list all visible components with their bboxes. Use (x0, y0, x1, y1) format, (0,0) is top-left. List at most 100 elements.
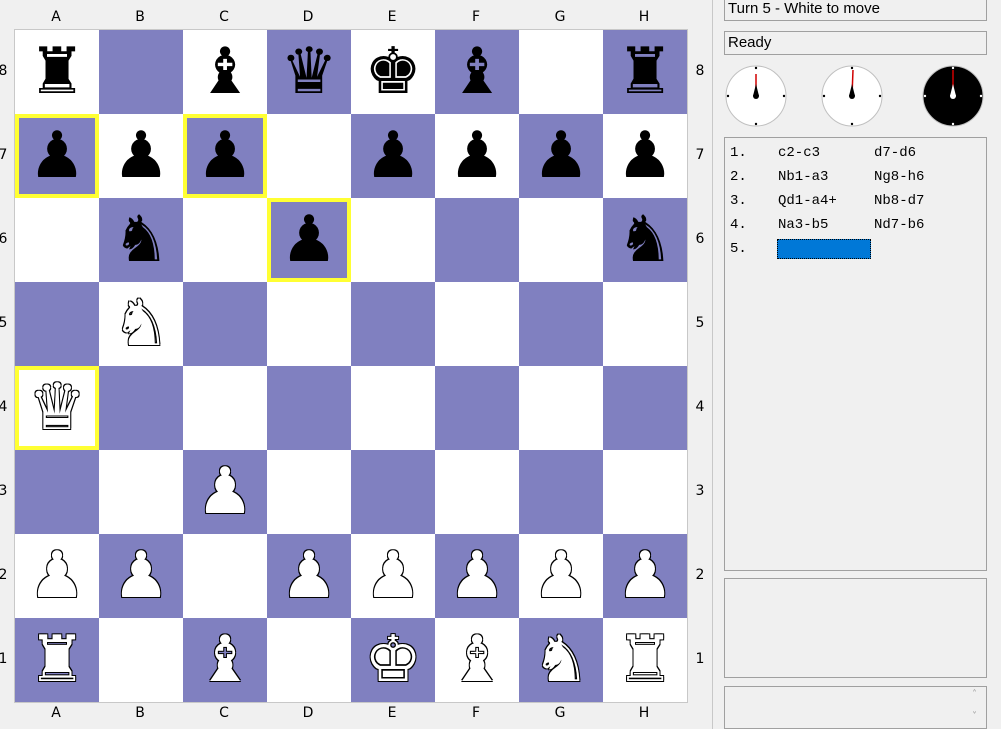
black-pawn-icon[interactable]: ♟ (351, 114, 435, 198)
square-g5[interactable] (519, 282, 603, 366)
square-d6[interactable]: ♟ (267, 198, 351, 282)
square-g4[interactable] (519, 366, 603, 450)
white-pawn-icon[interactable]: ♟ (351, 534, 435, 618)
square-a7[interactable]: ♟ (15, 114, 99, 198)
square-h3[interactable] (603, 450, 687, 534)
square-b6[interactable]: ♞ (99, 198, 183, 282)
square-h5[interactable] (603, 282, 687, 366)
square-a5[interactable] (15, 282, 99, 366)
black-pawn-icon[interactable]: ♟ (183, 114, 267, 198)
square-f4[interactable] (435, 366, 519, 450)
square-e7[interactable]: ♟ (351, 114, 435, 198)
square-b4[interactable] (99, 366, 183, 450)
black-pawn-icon[interactable]: ♟ (267, 198, 351, 282)
square-g2[interactable]: ♟ (519, 534, 603, 618)
square-e3[interactable] (351, 450, 435, 534)
square-f8[interactable]: ♝ (435, 30, 519, 114)
square-d5[interactable] (267, 282, 351, 366)
black-pawn-icon[interactable]: ♟ (15, 114, 99, 198)
square-b1[interactable] (99, 618, 183, 702)
white-queen-icon[interactable]: ♛ (15, 366, 99, 450)
square-d2[interactable]: ♟ (267, 534, 351, 618)
chess-board[interactable]: ♜ ♝ ♛ ♚ ♝ ♜ ♟ ♟ ♟ ♟ ♟ ♟ ♟ ♞ ♟ ♞ ♞ ♛ ♟ ♟ ♟ ♟ ♟ ♟ ♟ ♟ ♜ ♝ ♚ ♝ ♞ ♜ (14, 29, 688, 703)
black-move[interactable]: Ng8-h6 (874, 166, 964, 188)
white-move[interactable]: c2-c3 (778, 142, 868, 164)
square-c6[interactable] (183, 198, 267, 282)
square-e2[interactable]: ♟ (351, 534, 435, 618)
current-move-input[interactable] (777, 239, 871, 259)
black-queen-icon[interactable]: ♛ (267, 30, 351, 114)
square-a1[interactable]: ♜ (15, 618, 99, 702)
white-bishop-icon[interactable]: ♝ (435, 618, 519, 702)
square-a2[interactable]: ♟ (15, 534, 99, 618)
white-move[interactable]: Qd1-a4+ (778, 190, 868, 212)
scroll-up-icon[interactable]: ˄ (972, 689, 977, 700)
square-a3[interactable] (15, 450, 99, 534)
black-knight-icon[interactable]: ♞ (603, 198, 687, 282)
black-pawn-icon[interactable]: ♟ (435, 114, 519, 198)
black-pawn-icon[interactable]: ♟ (519, 114, 603, 198)
square-c4[interactable] (183, 366, 267, 450)
square-e1[interactable]: ♚ (351, 618, 435, 702)
square-f3[interactable] (435, 450, 519, 534)
square-c1[interactable]: ♝ (183, 618, 267, 702)
square-f6[interactable] (435, 198, 519, 282)
white-knight-icon[interactable]: ♞ (519, 618, 603, 702)
black-bishop-icon[interactable]: ♝ (183, 30, 267, 114)
square-f1[interactable]: ♝ (435, 618, 519, 702)
square-g3[interactable] (519, 450, 603, 534)
white-pawn-icon[interactable]: ♟ (15, 534, 99, 618)
square-g7[interactable]: ♟ (519, 114, 603, 198)
white-move[interactable]: Nb1-a3 (778, 166, 868, 188)
move-list[interactable]: 1. c2-c3 d7-d6 2. Nb1-a3 Ng8-h6 3. Qd1-a4+ Nb8-d… (724, 137, 987, 571)
square-b8[interactable] (99, 30, 183, 114)
square-c5[interactable] (183, 282, 267, 366)
black-move[interactable]: Nd7-b6 (874, 214, 964, 236)
black-bishop-icon[interactable]: ♝ (435, 30, 519, 114)
square-c2[interactable] (183, 534, 267, 618)
white-pawn-icon[interactable]: ♟ (519, 534, 603, 618)
black-pawn-icon[interactable]: ♟ (603, 114, 687, 198)
square-e8[interactable]: ♚ (351, 30, 435, 114)
square-b2[interactable]: ♟ (99, 534, 183, 618)
square-b5[interactable]: ♞ (99, 282, 183, 366)
white-pawn-icon[interactable]: ♟ (267, 534, 351, 618)
square-d3[interactable] (267, 450, 351, 534)
square-a8[interactable]: ♜ (15, 30, 99, 114)
white-pawn-icon[interactable]: ♟ (99, 534, 183, 618)
white-bishop-icon[interactable]: ♝ (183, 618, 267, 702)
square-h7[interactable]: ♟ (603, 114, 687, 198)
white-pawn-icon[interactable]: ♟ (183, 450, 267, 534)
white-king-icon[interactable]: ♚ (351, 618, 435, 702)
square-e5[interactable] (351, 282, 435, 366)
black-rook-icon[interactable]: ♜ (15, 30, 99, 114)
square-b7[interactable]: ♟ (99, 114, 183, 198)
square-g8[interactable] (519, 30, 603, 114)
square-f5[interactable] (435, 282, 519, 366)
square-f7[interactable]: ♟ (435, 114, 519, 198)
scroll-down-icon[interactable]: ˅ (972, 711, 977, 722)
square-h8[interactable]: ♜ (603, 30, 687, 114)
white-rook-icon[interactable]: ♜ (15, 618, 99, 702)
square-e4[interactable] (351, 366, 435, 450)
square-h6[interactable]: ♞ (603, 198, 687, 282)
black-rook-icon[interactable]: ♜ (603, 30, 687, 114)
scrollbar[interactable]: ˄ ˅ (968, 687, 986, 728)
white-pawn-icon[interactable]: ♟ (435, 534, 519, 618)
square-f2[interactable]: ♟ (435, 534, 519, 618)
square-d7[interactable] (267, 114, 351, 198)
square-h2[interactable]: ♟ (603, 534, 687, 618)
square-d8[interactable]: ♛ (267, 30, 351, 114)
square-g6[interactable] (519, 198, 603, 282)
white-pawn-icon[interactable]: ♟ (603, 534, 687, 618)
square-c3[interactable]: ♟ (183, 450, 267, 534)
input-panel[interactable]: ˄ ˅ (724, 686, 987, 729)
black-pawn-icon[interactable]: ♟ (99, 114, 183, 198)
square-b3[interactable] (99, 450, 183, 534)
square-g1[interactable]: ♞ (519, 618, 603, 702)
square-c7[interactable]: ♟ (183, 114, 267, 198)
black-move[interactable]: d7-d6 (874, 142, 964, 164)
white-move[interactable]: Na3-b5 (778, 214, 868, 236)
square-e6[interactable] (351, 198, 435, 282)
square-d4[interactable] (267, 366, 351, 450)
